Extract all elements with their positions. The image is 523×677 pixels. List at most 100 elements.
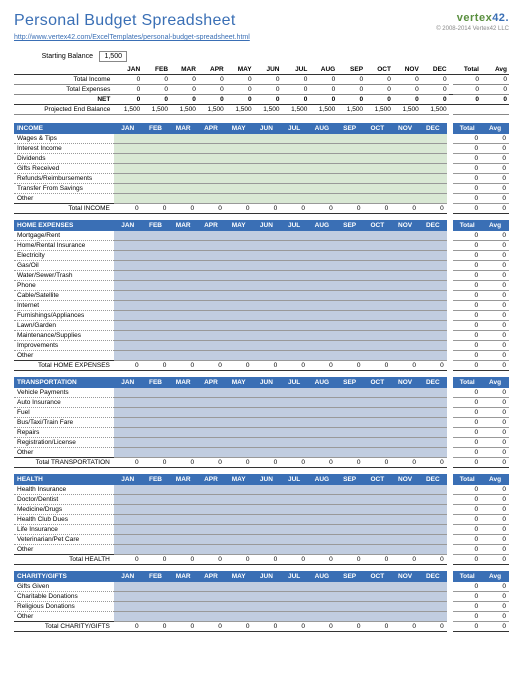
category-cell[interactable] bbox=[253, 418, 281, 428]
category-cell[interactable] bbox=[391, 398, 419, 408]
category-cell[interactable] bbox=[169, 495, 197, 505]
category-cell[interactable] bbox=[280, 495, 308, 505]
category-cell[interactable] bbox=[308, 515, 336, 525]
category-cell[interactable] bbox=[419, 194, 447, 204]
category-cell[interactable] bbox=[114, 582, 142, 592]
category-cell[interactable] bbox=[336, 271, 364, 281]
category-cell[interactable] bbox=[391, 301, 419, 311]
category-cell[interactable] bbox=[308, 428, 336, 438]
category-cell[interactable] bbox=[169, 535, 197, 545]
category-cell[interactable] bbox=[169, 164, 197, 174]
category-cell[interactable] bbox=[225, 301, 253, 311]
category-cell[interactable] bbox=[308, 321, 336, 331]
category-cell[interactable] bbox=[253, 184, 281, 194]
category-cell[interactable] bbox=[419, 398, 447, 408]
category-cell[interactable] bbox=[142, 418, 170, 428]
category-cell[interactable] bbox=[169, 194, 197, 204]
category-cell[interactable] bbox=[142, 582, 170, 592]
category-cell[interactable] bbox=[225, 271, 253, 281]
category-cell[interactable] bbox=[391, 164, 419, 174]
category-cell[interactable] bbox=[336, 515, 364, 525]
category-cell[interactable] bbox=[142, 271, 170, 281]
category-cell[interactable] bbox=[336, 602, 364, 612]
category-cell[interactable] bbox=[391, 251, 419, 261]
category-cell[interactable] bbox=[253, 281, 281, 291]
category-cell[interactable] bbox=[225, 144, 253, 154]
category-cell[interactable] bbox=[419, 515, 447, 525]
source-url-link[interactable]: http://www.vertex42.com/ExcelTemplates/p… bbox=[14, 34, 509, 41]
category-cell[interactable] bbox=[169, 525, 197, 535]
category-cell[interactable] bbox=[363, 505, 391, 515]
category-cell[interactable] bbox=[308, 495, 336, 505]
category-cell[interactable] bbox=[391, 592, 419, 602]
category-cell[interactable] bbox=[419, 525, 447, 535]
category-cell[interactable] bbox=[308, 144, 336, 154]
category-cell[interactable] bbox=[142, 184, 170, 194]
category-cell[interactable] bbox=[391, 388, 419, 398]
category-cell[interactable] bbox=[169, 241, 197, 251]
category-cell[interactable] bbox=[142, 194, 170, 204]
category-cell[interactable] bbox=[419, 612, 447, 622]
category-cell[interactable] bbox=[225, 438, 253, 448]
category-cell[interactable] bbox=[253, 241, 281, 251]
category-cell[interactable] bbox=[253, 134, 281, 144]
category-cell[interactable] bbox=[225, 184, 253, 194]
category-cell[interactable] bbox=[280, 231, 308, 241]
category-cell[interactable] bbox=[363, 241, 391, 251]
category-cell[interactable] bbox=[197, 301, 225, 311]
category-cell[interactable] bbox=[253, 592, 281, 602]
category-cell[interactable] bbox=[142, 545, 170, 555]
category-cell[interactable] bbox=[308, 271, 336, 281]
category-cell[interactable] bbox=[391, 602, 419, 612]
category-cell[interactable] bbox=[419, 545, 447, 555]
category-cell[interactable] bbox=[169, 184, 197, 194]
category-cell[interactable] bbox=[391, 495, 419, 505]
category-cell[interactable] bbox=[336, 448, 364, 458]
category-cell[interactable] bbox=[391, 321, 419, 331]
category-cell[interactable] bbox=[114, 428, 142, 438]
category-cell[interactable] bbox=[391, 184, 419, 194]
category-cell[interactable] bbox=[169, 174, 197, 184]
category-cell[interactable] bbox=[225, 311, 253, 321]
category-cell[interactable] bbox=[169, 388, 197, 398]
category-cell[interactable] bbox=[114, 505, 142, 515]
category-cell[interactable] bbox=[308, 194, 336, 204]
category-cell[interactable] bbox=[336, 525, 364, 535]
category-cell[interactable] bbox=[142, 241, 170, 251]
category-cell[interactable] bbox=[336, 154, 364, 164]
category-cell[interactable] bbox=[419, 438, 447, 448]
category-cell[interactable] bbox=[114, 408, 142, 418]
category-cell[interactable] bbox=[419, 251, 447, 261]
category-cell[interactable] bbox=[114, 154, 142, 164]
category-cell[interactable] bbox=[280, 184, 308, 194]
category-cell[interactable] bbox=[391, 261, 419, 271]
category-cell[interactable] bbox=[197, 311, 225, 321]
category-cell[interactable] bbox=[336, 341, 364, 351]
category-cell[interactable] bbox=[142, 515, 170, 525]
category-cell[interactable] bbox=[197, 428, 225, 438]
category-cell[interactable] bbox=[336, 311, 364, 321]
category-cell[interactable] bbox=[391, 545, 419, 555]
category-cell[interactable] bbox=[253, 448, 281, 458]
category-cell[interactable] bbox=[225, 251, 253, 261]
category-cell[interactable] bbox=[114, 545, 142, 555]
category-cell[interactable] bbox=[308, 505, 336, 515]
category-cell[interactable] bbox=[336, 582, 364, 592]
category-cell[interactable] bbox=[197, 351, 225, 361]
category-cell[interactable] bbox=[419, 281, 447, 291]
category-cell[interactable] bbox=[336, 535, 364, 545]
category-cell[interactable] bbox=[363, 602, 391, 612]
category-cell[interactable] bbox=[363, 261, 391, 271]
category-cell[interactable] bbox=[169, 144, 197, 154]
category-cell[interactable] bbox=[308, 438, 336, 448]
category-cell[interactable] bbox=[308, 331, 336, 341]
category-cell[interactable] bbox=[142, 351, 170, 361]
category-cell[interactable] bbox=[336, 134, 364, 144]
category-cell[interactable] bbox=[391, 281, 419, 291]
category-cell[interactable] bbox=[253, 612, 281, 622]
category-cell[interactable] bbox=[363, 438, 391, 448]
category-cell[interactable] bbox=[391, 241, 419, 251]
category-cell[interactable] bbox=[253, 144, 281, 154]
category-cell[interactable] bbox=[114, 438, 142, 448]
category-cell[interactable] bbox=[225, 341, 253, 351]
